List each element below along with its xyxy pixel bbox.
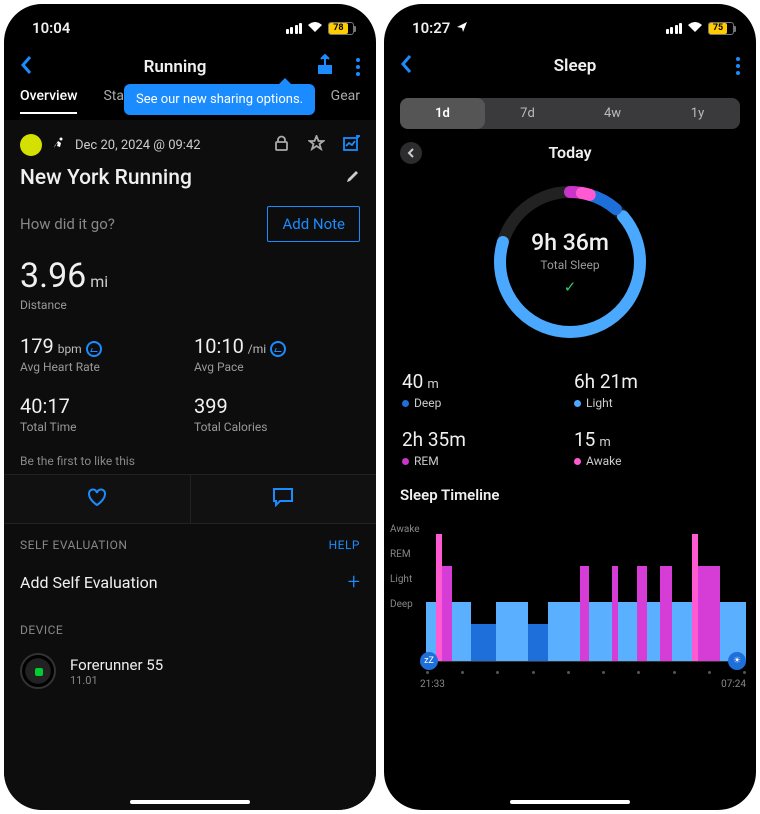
battery-icon: 78 (328, 22, 354, 35)
device-row[interactable]: Forerunner 55 11.01 (4, 645, 376, 705)
timeline-end: 07:24 (721, 679, 746, 690)
row-light: Light (390, 574, 420, 585)
row-rem: REM (390, 549, 420, 560)
back-button[interactable] (400, 54, 414, 78)
battery-icon: 75 (708, 22, 734, 35)
prev-day-button[interactable] (400, 142, 422, 164)
location-icon (456, 19, 468, 37)
nav-header: Running (4, 44, 376, 88)
avatar[interactable] (20, 134, 42, 156)
social-bar (4, 474, 376, 524)
wifi-icon (687, 19, 703, 37)
seg-7d[interactable]: 7d (485, 98, 570, 129)
cellular-icon (666, 23, 683, 34)
stat-light: 6h 21m Light (574, 370, 738, 410)
sleep-start-badge: zZ (420, 652, 438, 670)
stat-deep: 40 m Deep (402, 370, 566, 410)
watch-icon (20, 653, 56, 689)
status-bar: 10:04 78 (4, 4, 376, 44)
wifi-icon (307, 19, 323, 37)
share-tooltip[interactable]: See our new sharing options. (124, 84, 315, 115)
home-indicator[interactable] (130, 800, 250, 804)
nav-header: Sleep (384, 44, 756, 86)
timeline-start: 21:33 (420, 679, 445, 690)
page-title: Sleep (414, 56, 736, 76)
note-prompt: How did it go? (20, 215, 115, 233)
cellular-icon (286, 23, 303, 34)
seg-1d[interactable]: 1d (400, 98, 485, 129)
running-icon (52, 137, 65, 154)
timeline-title: Sleep Timeline (384, 478, 756, 508)
stat-time: 40:17 Total Time (20, 394, 186, 434)
total-sleep-label: Total Sleep (540, 258, 599, 272)
lock-icon[interactable] (273, 135, 290, 156)
stat-rem: 2h 35m REM (402, 428, 566, 468)
sleep-timeline-chart[interactable]: Awake REM Light Deep zZ ☀ 21:33 07:24 (390, 512, 746, 682)
sleep-screen: 10:27 75 Sleep 1d 7d 4w 1y Today (384, 4, 756, 810)
add-photo-icon[interactable] (343, 135, 360, 156)
help-link[interactable]: HELP (329, 538, 360, 552)
day-label: Today (548, 143, 591, 162)
add-self-eval-row[interactable]: Add Self Evaluation + (4, 560, 376, 609)
check-icon: ✓ (564, 278, 577, 296)
sleep-ring: 9h 36m Total Sleep ✓ (384, 170, 756, 352)
self-eval-header: SELF EVALUATION (20, 538, 127, 552)
pace-icon (270, 341, 286, 357)
seg-1y[interactable]: 1y (655, 98, 740, 129)
like-prompt: Be the first to like this (4, 444, 376, 474)
stat-calories: 399 Total Calories (194, 394, 360, 434)
clock: 10:04 (32, 19, 70, 37)
row-awake: Awake (390, 524, 420, 535)
range-segmented-control: 1d 7d 4w 1y (400, 98, 740, 129)
sleep-end-badge: ☀ (728, 652, 746, 670)
tab-gear[interactable]: Gear (331, 88, 360, 114)
stat-awake: 15 m Awake (574, 428, 738, 468)
status-bar: 10:27 75 (384, 4, 756, 44)
comment-button[interactable] (191, 475, 377, 523)
star-icon[interactable] (308, 135, 325, 156)
page-title: Running (34, 57, 316, 77)
total-sleep-value: 9h 36m (531, 229, 609, 256)
clock: 10:27 (412, 19, 450, 37)
tab-bar: Overview Stats Gear See our new sharing … (4, 88, 376, 120)
stat-heart-rate: 179 bpm Avg Heart Rate (20, 334, 186, 374)
like-button[interactable] (4, 475, 191, 523)
distance-stat: 3.96 mi Distance (4, 256, 376, 316)
home-indicator[interactable] (510, 800, 630, 804)
add-note-button[interactable]: Add Note (267, 206, 360, 242)
plus-icon: + (348, 570, 360, 595)
stat-pace: 10:10 /mi Avg Pace (194, 334, 360, 374)
device-header: DEVICE (20, 623, 63, 637)
running-screen: 10:04 78 Running Overview Stats Gear See… (4, 4, 376, 810)
seg-4w[interactable]: 4w (570, 98, 655, 129)
back-button[interactable] (20, 55, 34, 79)
tab-overview[interactable]: Overview (20, 88, 77, 114)
activity-date: Dec 20, 2024 @ 09:42 (75, 138, 201, 153)
menu-icon[interactable] (356, 58, 360, 76)
activity-meta: Dec 20, 2024 @ 09:42 (4, 120, 376, 162)
share-icon[interactable] (316, 54, 334, 80)
heart-rate-icon (86, 341, 102, 357)
edit-icon[interactable] (345, 169, 360, 188)
row-deep: Deep (390, 599, 420, 610)
activity-title: New York Running (20, 166, 192, 190)
menu-icon[interactable] (736, 57, 740, 75)
